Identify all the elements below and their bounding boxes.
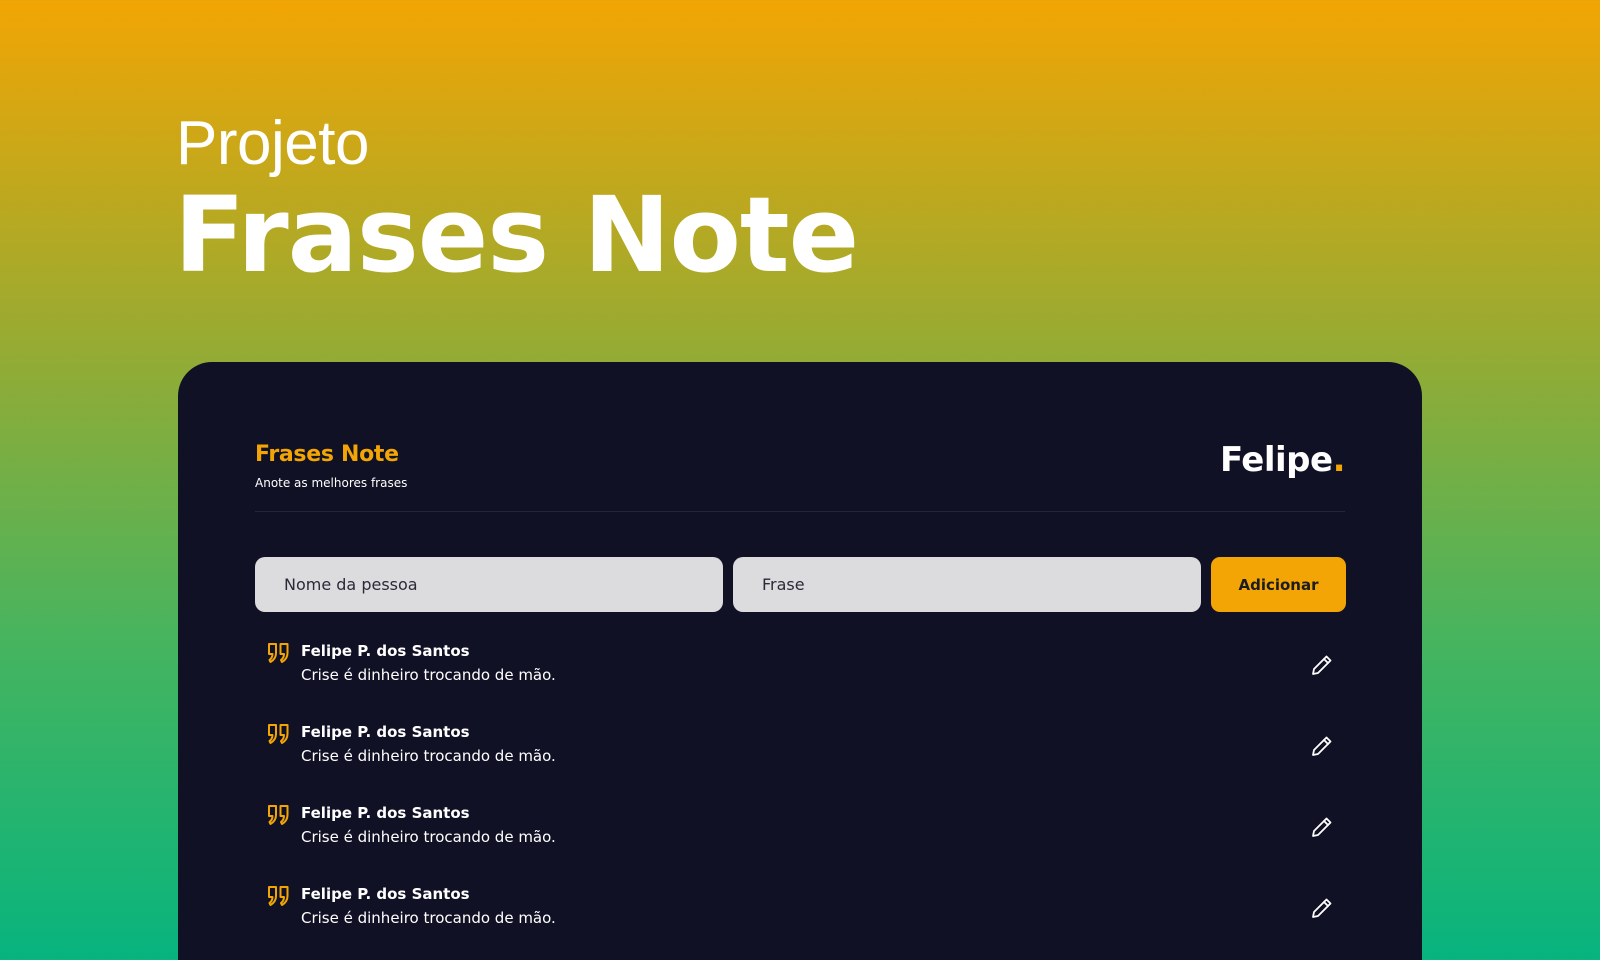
quote-list: Felipe P. dos Santos Crise é dinheiro tr…	[255, 642, 1345, 960]
list-item: Felipe P. dos Santos Crise é dinheiro tr…	[255, 642, 1345, 723]
quote-icon	[267, 642, 291, 664]
author-name: Felipe	[1219, 440, 1333, 480]
phrase-input[interactable]	[733, 557, 1201, 612]
author-logo: Felipe.	[1219, 440, 1346, 480]
quote-icon	[267, 804, 291, 826]
pencil-icon	[1312, 655, 1332, 675]
list-item: Felipe P. dos Santos Crise é dinheiro tr…	[255, 723, 1345, 804]
quote-author: Felipe P. dos Santos	[301, 723, 470, 741]
hero-subtitle: Projeto	[176, 109, 369, 178]
quote-author: Felipe P. dos Santos	[301, 642, 470, 660]
add-quote-form: Adicionar	[255, 557, 1346, 613]
edit-button[interactable]	[1307, 650, 1337, 680]
brand-title: Frases Note	[255, 442, 399, 467]
edit-button[interactable]	[1307, 812, 1337, 842]
quote-author: Felipe P. dos Santos	[301, 804, 470, 822]
pencil-icon	[1312, 817, 1332, 837]
pencil-icon	[1312, 736, 1332, 756]
edit-button[interactable]	[1307, 893, 1337, 923]
quote-text: Crise é dinheiro trocando de mão.	[301, 909, 556, 927]
quote-text: Crise é dinheiro trocando de mão.	[301, 666, 556, 684]
name-input[interactable]	[255, 557, 723, 612]
pencil-icon	[1312, 898, 1332, 918]
add-button[interactable]: Adicionar	[1211, 557, 1346, 612]
quote-text: Crise é dinheiro trocando de mão.	[301, 828, 556, 846]
quote-icon	[267, 723, 291, 745]
list-item: Felipe P. dos Santos Crise é dinheiro tr…	[255, 885, 1345, 960]
hero-title: Frases Note	[174, 174, 859, 296]
list-item: Felipe P. dos Santos Crise é dinheiro tr…	[255, 804, 1345, 885]
brand-tagline: Anote as melhores frases	[255, 476, 408, 490]
author-dot: .	[1332, 440, 1346, 480]
edit-button[interactable]	[1307, 731, 1337, 761]
app-card: Frases Note Anote as melhores frases Fel…	[178, 362, 1422, 960]
quote-icon	[267, 885, 291, 907]
quote-author: Felipe P. dos Santos	[301, 885, 470, 903]
app-header: Frases Note Anote as melhores frases Fel…	[255, 440, 1346, 512]
quote-text: Crise é dinheiro trocando de mão.	[301, 747, 556, 765]
